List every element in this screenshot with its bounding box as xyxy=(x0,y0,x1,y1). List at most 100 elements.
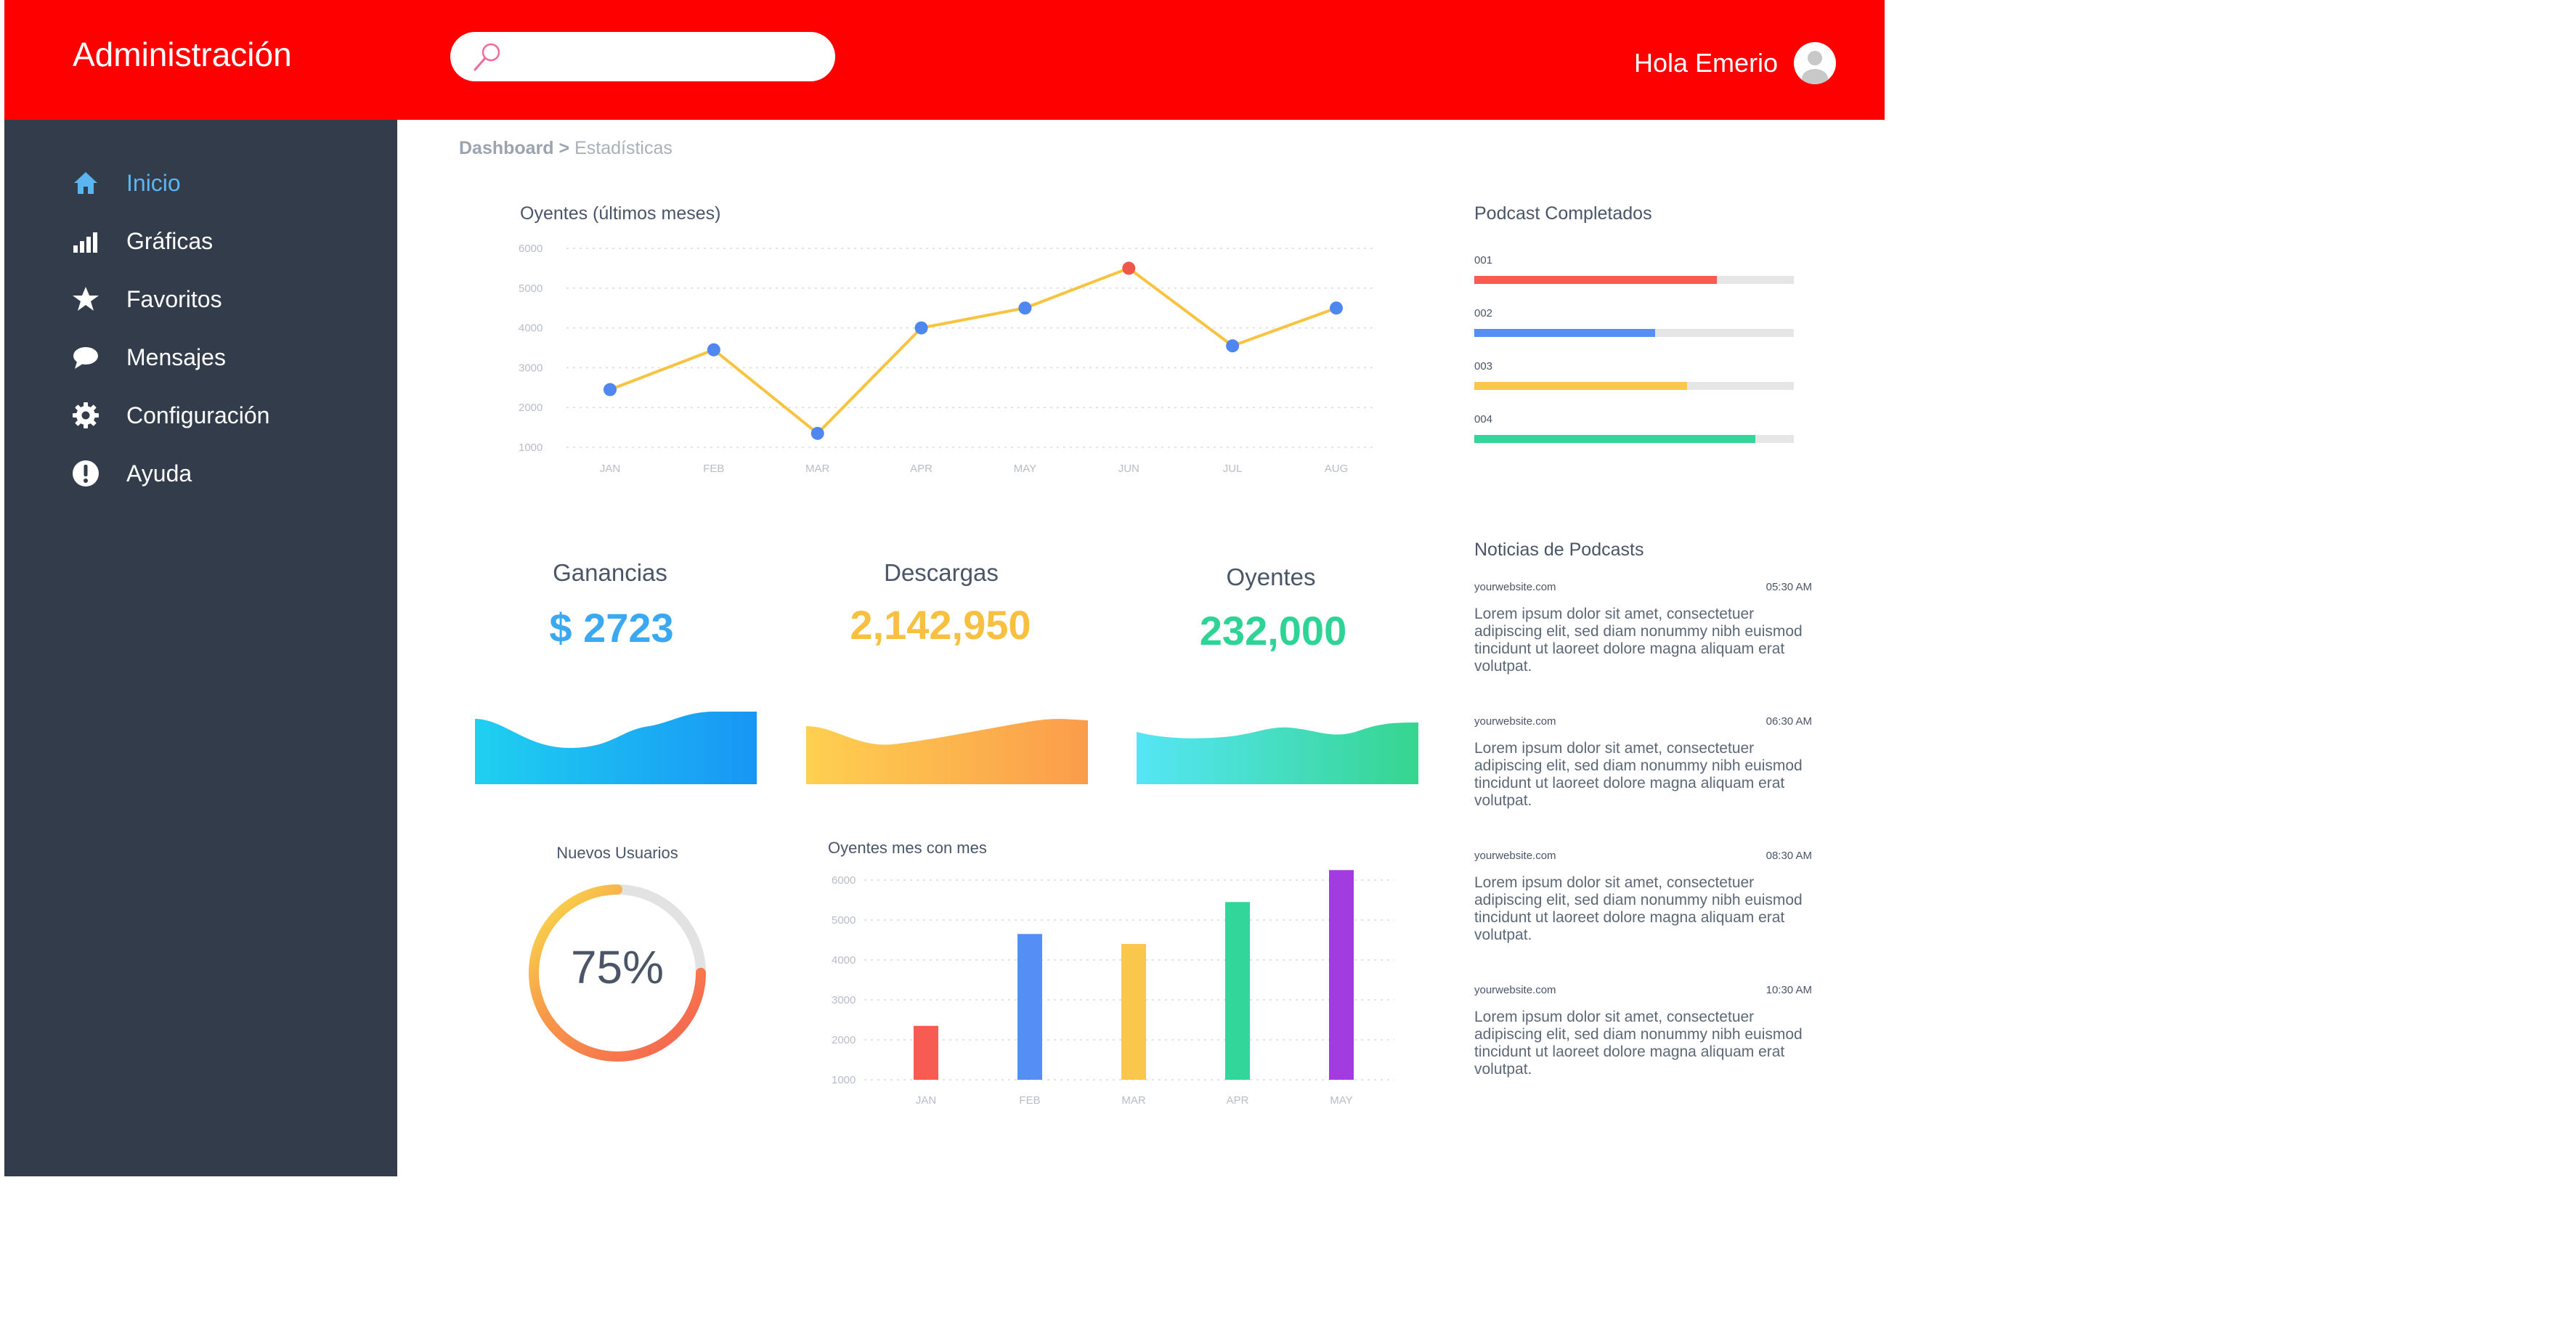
line-chart-xtick: AUG xyxy=(1325,463,1349,475)
news-time: 06:30 AM xyxy=(1766,715,1812,728)
sidebar-item-label: Configuración xyxy=(126,402,270,428)
bar-chart-ytick: 6000 xyxy=(832,874,856,887)
progress-fill xyxy=(1474,382,1687,390)
news-body: Lorem ipsum dolor sit amet, consectetuer… xyxy=(1474,1009,1803,1078)
line-chart-xtick: MAY xyxy=(1014,463,1036,475)
progress-label: 003 xyxy=(1474,360,1493,373)
line-chart-point xyxy=(810,426,824,440)
stat-value-descargas: 2,142,950 xyxy=(850,602,1031,648)
news-body: Lorem ipsum dolor sit amet, consectetuer… xyxy=(1474,874,1803,943)
progress-label: 004 xyxy=(1474,413,1493,426)
news-time: 05:30 AM xyxy=(1766,581,1812,593)
line-chart-xtick: FEB xyxy=(703,463,724,475)
line-chart-ytick: 2000 xyxy=(519,402,543,414)
news-source[interactable]: yourwebsite.com xyxy=(1474,581,1556,593)
line-chart-point xyxy=(1330,301,1343,315)
progress-track xyxy=(1474,276,1794,284)
bar-chart-xtick: FEB xyxy=(1019,1094,1040,1107)
news-title: Noticias de Podcasts xyxy=(1474,540,1644,560)
line-chart-ytick: 1000 xyxy=(519,441,543,454)
descargas-wave xyxy=(806,719,1088,784)
progress-label: 001 xyxy=(1474,254,1493,266)
bar-chart-ytick: 3000 xyxy=(832,994,856,1006)
bar-chart-ytick: 4000 xyxy=(832,954,856,966)
news-source[interactable]: yourwebsite.com xyxy=(1474,715,1556,728)
stat-label-oyentes: Oyentes xyxy=(1226,563,1316,590)
stat-label-descargas: Descargas xyxy=(884,559,999,586)
ganancias-wave xyxy=(475,712,757,784)
breadcrumb-current: Estadísticas xyxy=(574,138,673,158)
bar-chart-bar xyxy=(1329,870,1354,1080)
gear-icon xyxy=(70,399,102,431)
line-chart-point xyxy=(1226,339,1240,353)
sidebar-item-configuracion[interactable]: Configuración xyxy=(70,397,269,434)
news-source[interactable]: yourwebsite.com xyxy=(1474,984,1556,996)
bar-chart-xtick: JAN xyxy=(916,1094,936,1107)
app-title: Administración xyxy=(73,36,292,73)
sidebar-item-label: Inicio xyxy=(126,169,181,196)
sidebar-item-favoritos[interactable]: Favoritos xyxy=(70,281,222,317)
bar-chart-xtick: APR xyxy=(1227,1094,1249,1107)
breadcrumb-root[interactable]: Dashboard xyxy=(459,138,554,158)
news-time: 08:30 AM xyxy=(1766,850,1812,862)
line-chart-ytick: 4000 xyxy=(519,322,543,335)
oyentes-wave xyxy=(1137,723,1418,784)
breadcrumb: Dashboard > Estadísticas xyxy=(459,138,673,159)
line-chart-point xyxy=(914,321,928,335)
sidebar-item-graficas[interactable]: Gráficas xyxy=(70,223,213,259)
news-body: Lorem ipsum dolor sit amet, consectetuer… xyxy=(1474,740,1803,809)
sidebar-item-label: Favoritos xyxy=(126,285,222,312)
line-chart: 6000 5000 4000 3000 2000 1000 JAN FEB MAR APR MAY J… xyxy=(519,243,1373,475)
donut-title: Nuevos Usuarios xyxy=(556,844,678,862)
stat-label-ganancias: Ganancias xyxy=(553,559,667,586)
line-chart-ytick: 5000 xyxy=(519,282,543,295)
progress-track xyxy=(1474,382,1794,390)
sidebar-item-ayuda[interactable]: Ayuda xyxy=(70,455,192,492)
bar-chart-bar xyxy=(914,1025,938,1080)
sidebar-item-inicio[interactable]: Inicio xyxy=(70,165,181,201)
progress-fill xyxy=(1474,435,1756,443)
sidebar: Inicio Gráficas Favoritos Mensajes Confi… xyxy=(4,120,397,1176)
news-body: Lorem ipsum dolor sit amet, consectetuer… xyxy=(1474,606,1803,675)
bar-chart-icon xyxy=(70,225,102,257)
user-icon xyxy=(1802,51,1828,84)
bar-chart-xtick: MAR xyxy=(1121,1094,1146,1107)
sidebar-item-label: Ayuda xyxy=(126,460,192,487)
progress-fill xyxy=(1474,276,1718,284)
line-chart-point xyxy=(1122,261,1136,275)
sidebar-item-mensajes[interactable]: Mensajes xyxy=(70,339,226,375)
line-chart-xtick: JUL xyxy=(1223,463,1243,475)
bar-chart-bar xyxy=(1017,934,1042,1080)
stat-value-ganancias: $ 2723 xyxy=(549,605,674,651)
line-chart-title: Oyentes (últimos meses) xyxy=(520,203,721,224)
home-icon xyxy=(70,167,102,199)
line-chart-point xyxy=(707,343,720,357)
stat-value-oyentes: 232,000 xyxy=(1199,608,1347,654)
bar-chart: 6000 5000 4000 3000 2000 1000 JAN FEB MAR APR MAY xyxy=(832,870,1394,1107)
search-input[interactable] xyxy=(450,32,835,81)
progress-track xyxy=(1474,435,1794,443)
sidebar-item-label: Gráficas xyxy=(126,227,214,254)
progress-label: 002 xyxy=(1474,307,1493,320)
alert-icon xyxy=(70,457,102,489)
progress-fill xyxy=(1474,329,1655,337)
bar-chart-ytick: 2000 xyxy=(832,1034,856,1046)
sidebar-item-label: Mensajes xyxy=(126,343,226,370)
progress-title: Podcast Completados xyxy=(1474,203,1652,224)
line-chart-ytick: 6000 xyxy=(519,243,543,255)
line-chart-xtick: JAN xyxy=(600,463,620,475)
news-source[interactable]: yourwebsite.com xyxy=(1474,850,1556,862)
line-chart-xtick: JUN xyxy=(1118,463,1139,475)
bar-chart-xtick: MAY xyxy=(1330,1094,1352,1107)
line-chart-point xyxy=(604,383,617,396)
news-time: 10:30 AM xyxy=(1766,984,1812,996)
bar-chart-bar xyxy=(1225,902,1250,1080)
avatar[interactable] xyxy=(1794,42,1836,84)
chat-bubble-icon xyxy=(70,341,102,373)
bar-chart-title: Oyentes mes con mes xyxy=(828,839,987,857)
donut-value: 75% xyxy=(570,941,665,993)
breadcrumb-separator: > xyxy=(558,138,570,158)
bar-chart-ytick: 5000 xyxy=(832,914,856,927)
bar-chart-ytick: 1000 xyxy=(832,1074,856,1086)
search-icon[interactable] xyxy=(469,39,505,76)
